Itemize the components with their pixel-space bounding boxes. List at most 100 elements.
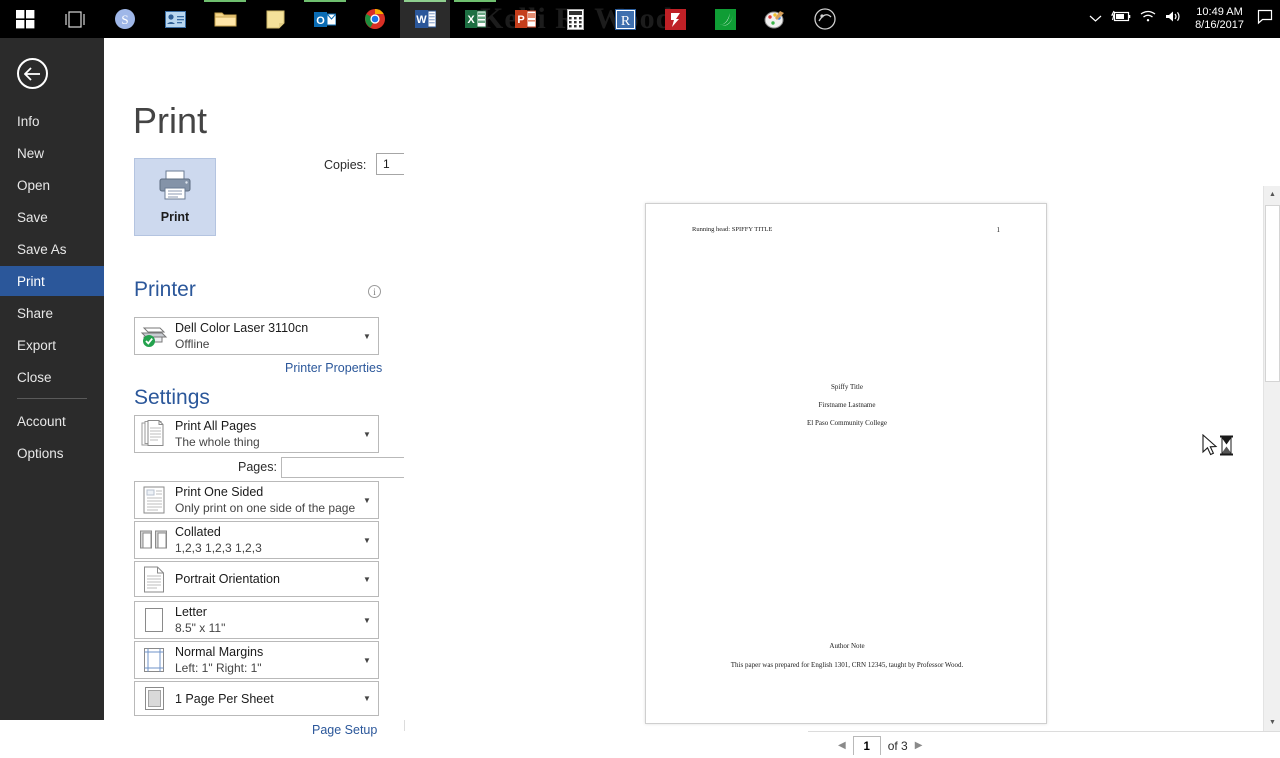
setting-subtitle: 8.5" x 11" [175,621,226,635]
printer-name: Dell Color Laser 3110cn [175,321,309,335]
page-setup-link[interactable]: Page Setup [312,723,377,737]
mouse-cursor-busy-icon [1202,433,1236,460]
chevron-down-icon[interactable]: ▼ [356,430,378,439]
taskbar-app-outlook[interactable]: O [300,0,350,38]
sidebar-item-save-as[interactable]: Save As [0,234,104,264]
system-tray: 10:49 AM 8/16/2017 [1089,0,1274,38]
task-view-button[interactable] [50,0,100,38]
page-number-field[interactable] [852,736,881,756]
scroll-down-button[interactable]: ▼ [1264,714,1280,731]
svg-text:P: P [517,14,524,26]
page-number-input[interactable] [853,738,880,756]
notification-icon[interactable] [1257,9,1274,30]
setting-print-range[interactable]: Print All Pages The whole thing ▼ [134,415,379,453]
document-title: Spiffy Title [831,383,863,391]
setting-title: Print One Sided [175,485,264,499]
windows-taskbar: Kelli R. Wood S O W X [0,0,1280,38]
previous-page-button[interactable]: ◀ [838,740,846,751]
sidebar-item-info[interactable]: Info [0,106,104,136]
sidebar-item-export[interactable]: Export [0,330,104,360]
setting-subtitle: Left: 1" Right: 1" [175,661,262,675]
sidebar-item-label: Info [17,113,40,129]
show-hidden-icons-button[interactable] [1089,10,1102,28]
sidebar-item-label: New [17,145,45,161]
taskbar-app-skype[interactable]: S [100,0,150,38]
next-page-button[interactable]: ▶ [915,740,923,751]
document-running-head: Running head: SPIFFY TITLE [692,226,773,233]
sidebar-item-options[interactable]: Options [0,438,104,468]
wifi-icon[interactable] [1140,10,1156,28]
taskbar-app-word[interactable]: W [400,0,450,38]
page-navigation: ◀ of 3 ▶ [838,736,923,756]
taskbar-app-excel[interactable]: X [450,0,500,38]
printer-status: Offline [175,337,210,351]
document-note-body: This paper was prepared for English 1301… [730,661,964,669]
chevron-down-icon[interactable]: ▼ [356,616,378,625]
portrait-orientation-icon [135,566,173,593]
taskbar-app-contacts[interactable] [150,0,200,38]
taskbar-app-paint[interactable] [750,0,800,38]
sidebar-item-label: Open [17,177,51,193]
svg-text:R: R [620,14,630,29]
preview-vertical-scrollbar[interactable]: ▲ ▼ [1263,186,1280,731]
setting-collation[interactable]: Collated 1,2,3 1,2,3 1,2,3 ▼ [134,521,379,559]
chevron-down-icon[interactable]: ▼ [356,496,378,505]
sidebar-item-new[interactable]: New [0,138,104,168]
chevron-down-icon[interactable]: ▼ [356,694,378,703]
sidebar-item-label: Share [17,305,54,321]
volume-icon[interactable] [1165,10,1182,28]
setting-margins[interactable]: Normal Margins Left: 1" Right: 1" ▼ [134,641,379,679]
taskbar-app-camtasia[interactable] [800,0,850,38]
sidebar-item-account[interactable]: Account [0,406,104,436]
setting-title: Letter [175,605,207,619]
document-page-preview[interactable]: Running head: SPIFFY TITLE 1 Spiffy Titl… [645,203,1047,724]
setting-title: 1 Page Per Sheet [175,691,274,706]
setting-orientation[interactable]: Portrait Orientation ▼ [134,561,379,597]
taskbar-app-filezilla[interactable] [650,0,700,38]
svg-text:S: S [121,12,128,27]
taskbar-app-chrome[interactable] [350,0,400,38]
sidebar-item-close[interactable]: Close [0,362,104,392]
sidebar-item-open[interactable]: Open [0,170,104,200]
sidebar-item-label: Save As [17,241,67,257]
taskbar-app-powerpoint[interactable]: P [500,0,550,38]
chevron-down-icon[interactable]: ▼ [356,656,378,665]
print-button[interactable]: Print [134,158,216,236]
sidebar-item-save[interactable]: Save [0,202,104,232]
taskbar-app-calculator[interactable] [550,0,600,38]
word-application-window: Document2 [Compatibility Mode] - Word ? … [0,38,1280,758]
chevron-down-icon[interactable]: ▼ [356,332,378,341]
start-button[interactable] [0,0,50,38]
taskbar-app-sticky-notes[interactable] [250,0,300,38]
clock-date-text: 8/16/2017 [1195,19,1244,31]
printer-properties-link[interactable]: Printer Properties [285,361,382,375]
sidebar-item-print[interactable]: Print [0,266,104,296]
printer-select[interactable]: Dell Color Laser 3110cn Offline ▼ [134,317,379,355]
taskbar-app-file-explorer[interactable] [200,0,250,38]
setting-paper-size-text: Letter 8.5" x 11" [173,604,356,636]
setting-subtitle: The whole thing [175,435,260,449]
setting-title: Normal Margins [175,645,264,659]
scroll-up-button[interactable]: ▲ [1264,186,1280,203]
clock-time[interactable]: 10:49 AM 8/16/2017 [1191,6,1248,32]
sidebar-item-share[interactable]: Share [0,298,104,328]
scrollbar-thumb[interactable] [1265,205,1280,382]
setting-margins-text: Normal Margins Left: 1" Right: 1" [173,644,356,676]
print-settings-pane: Print Print Copies: ▲ ▼ Printer i [104,38,485,737]
battery-charging-icon[interactable] [1111,10,1131,28]
pages-label: Pages: [238,460,277,474]
setting-subtitle: Only print on one side of the page [175,501,356,515]
taskbar-app-rstudio[interactable]: R [600,0,650,38]
setting-title: Print All Pages [175,419,257,433]
chevron-down-icon[interactable]: ▼ [356,575,378,584]
taskbar-app-jing[interactable] [700,0,750,38]
setting-sides[interactable]: Print One Sided Only print on one side o… [134,481,379,519]
setting-pages-per-sheet[interactable]: 1 Page Per Sheet ▼ [134,681,379,716]
svg-text:O: O [316,15,325,27]
sidebar-item-label: Close [17,369,52,385]
setting-paper-size[interactable]: Letter 8.5" x 11" ▼ [134,601,379,639]
setting-print-range-text: Print All Pages The whole thing [173,418,356,450]
chevron-down-icon[interactable]: ▼ [356,536,378,545]
printer-info-icon[interactable]: i [368,285,381,298]
back-button[interactable] [17,58,48,89]
